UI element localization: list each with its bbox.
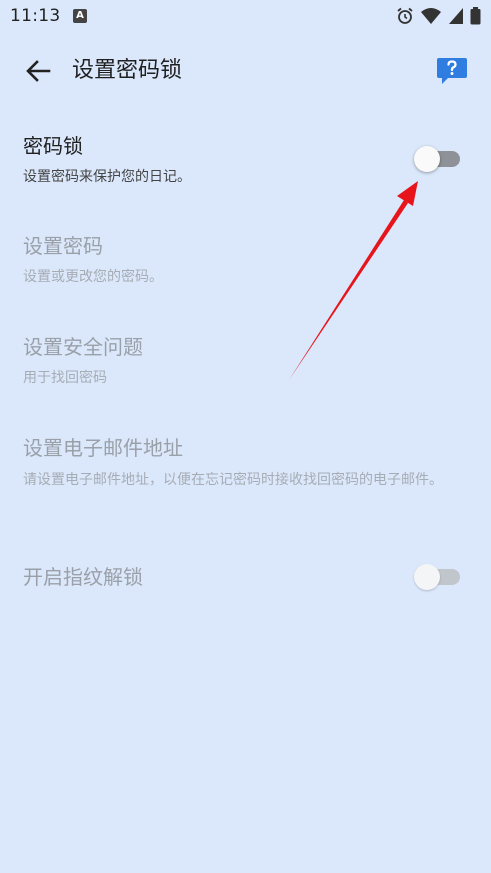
setting-title: 设置密码 [23, 234, 103, 258]
help-button[interactable] [436, 56, 468, 86]
status-bar: 11:13 A [0, 0, 491, 34]
setting-summary: 请设置电子邮件地址，以便在忘记密码时接收找回密码的电子邮件。 [23, 472, 443, 488]
setting-fingerprint-unlock[interactable]: 开启指纹解锁 [0, 550, 491, 606]
setting-email-address[interactable]: 设置电子邮件地址 请设置电子邮件地址，以便在忘记密码时接收找回密码的电子邮件。 [0, 422, 491, 522]
setting-password-lock[interactable]: 密码锁 设置密码来保护您的日记。 [0, 120, 491, 200]
setting-summary: 设置密码来保护您的日记。 [23, 169, 191, 185]
arrow-left-icon [26, 60, 51, 82]
setting-set-password[interactable]: 设置密码 设置或更改您的密码。 [0, 220, 491, 300]
notification-a-icon: A [73, 9, 87, 23]
password-lock-toggle[interactable] [414, 146, 462, 172]
toggle-thumb [414, 564, 440, 590]
setting-title: 设置安全问题 [23, 335, 143, 359]
setting-title: 开启指纹解锁 [23, 565, 143, 589]
page-title: 设置密码锁 [72, 58, 183, 83]
setting-title: 密码锁 [23, 134, 83, 158]
alarm-icon [397, 7, 413, 24]
setting-summary: 用于找回密码 [23, 370, 107, 386]
status-icons [396, 6, 481, 26]
status-time: 11:13 [10, 6, 61, 26]
help-icon [437, 58, 467, 84]
setting-security-question[interactable]: 设置安全问题 用于找回密码 [0, 321, 491, 401]
battery-icon [470, 7, 481, 25]
toggle-thumb [414, 146, 440, 172]
setting-title: 设置电子邮件地址 [23, 436, 183, 460]
setting-summary: 设置或更改您的密码。 [23, 269, 163, 285]
app-bar: 设置密码锁 [0, 42, 491, 100]
fingerprint-unlock-toggle[interactable] [414, 564, 462, 590]
signal-icon [449, 8, 463, 24]
back-button[interactable] [18, 54, 58, 88]
wifi-icon [421, 8, 441, 24]
